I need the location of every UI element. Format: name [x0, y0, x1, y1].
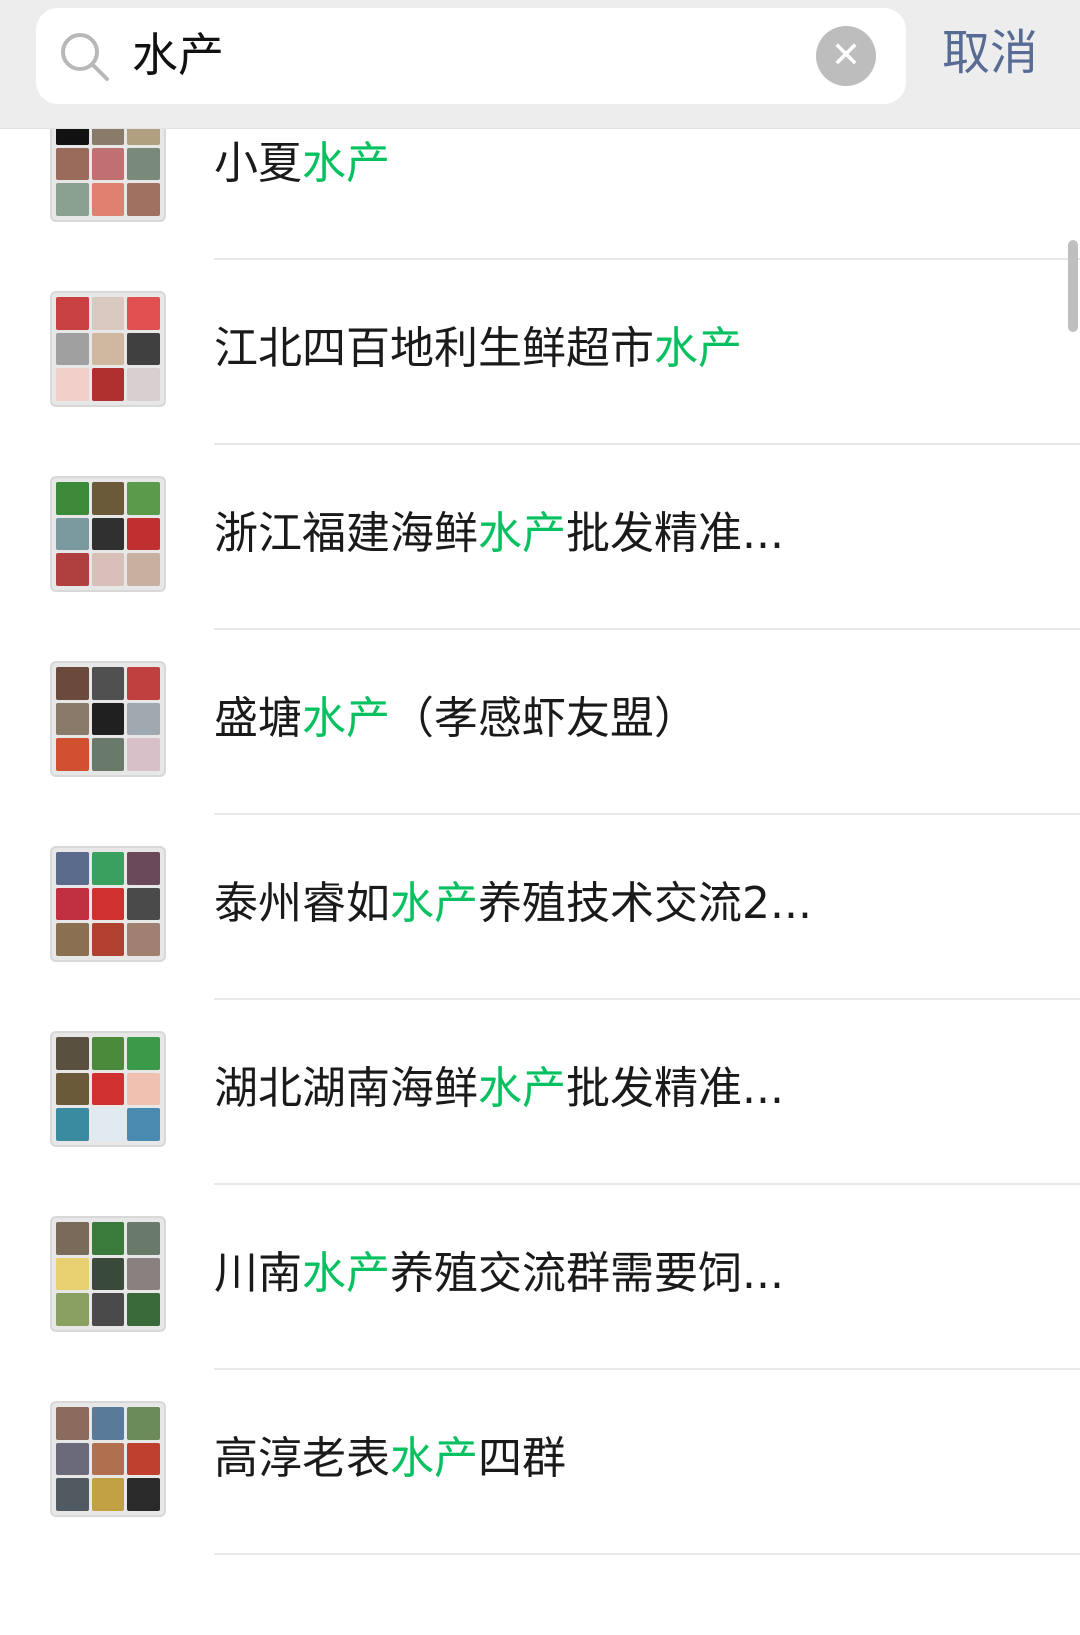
clear-icon[interactable]: ✕: [816, 26, 876, 86]
group-name: 川南水产养殖交流群需要饲...: [214, 1248, 784, 1299]
search-icon: [61, 33, 109, 81]
search-query: 水产: [132, 28, 224, 82]
group-name: 小夏水产: [214, 138, 390, 189]
scrollbar[interactable]: [1068, 240, 1078, 332]
group-name: 湖北湖南海鲜水产批发精准...: [214, 1063, 784, 1114]
group-name: 盛塘水产（孝感虾友盟）: [214, 693, 698, 744]
group-name: 浙江福建海鲜水产批发精准...: [214, 508, 784, 559]
group-avatar: [50, 846, 166, 962]
list-item[interactable]: 川南水产养殖交流群需要饲...: [0, 1180, 1080, 1370]
group-avatar: [50, 661, 166, 777]
list-item[interactable]: 盛塘水产（孝感虾友盟）: [0, 625, 1080, 815]
list-item[interactable]: 湖北湖南海鲜水产批发精准...: [0, 995, 1080, 1185]
group-name: 江北四百地利生鲜超市水产: [214, 323, 742, 374]
search-input[interactable]: 水产 ✕: [36, 8, 906, 104]
list-item[interactable]: 泰州睿如水产养殖技术交流2...: [0, 810, 1080, 1000]
group-avatar: [50, 1031, 166, 1147]
group-avatar: [50, 1401, 166, 1517]
search-bar: 水产 ✕ 取消: [0, 0, 1080, 129]
divider: [214, 1553, 1080, 1555]
group-avatar: [50, 291, 166, 407]
group-avatar: [50, 476, 166, 592]
group-name: 高淳老表水产四群: [214, 1433, 566, 1484]
group-avatar: [50, 1216, 166, 1332]
group-name: 泰州睿如水产养殖技术交流2...: [214, 878, 812, 929]
cancel-button[interactable]: 取消: [942, 24, 1038, 82]
list-item[interactable]: 江北四百地利生鲜超市水产: [0, 255, 1080, 445]
list-item[interactable]: 高淳老表水产四群: [0, 1365, 1080, 1555]
list-item[interactable]: 浙江福建海鲜水产批发精准...: [0, 440, 1080, 630]
